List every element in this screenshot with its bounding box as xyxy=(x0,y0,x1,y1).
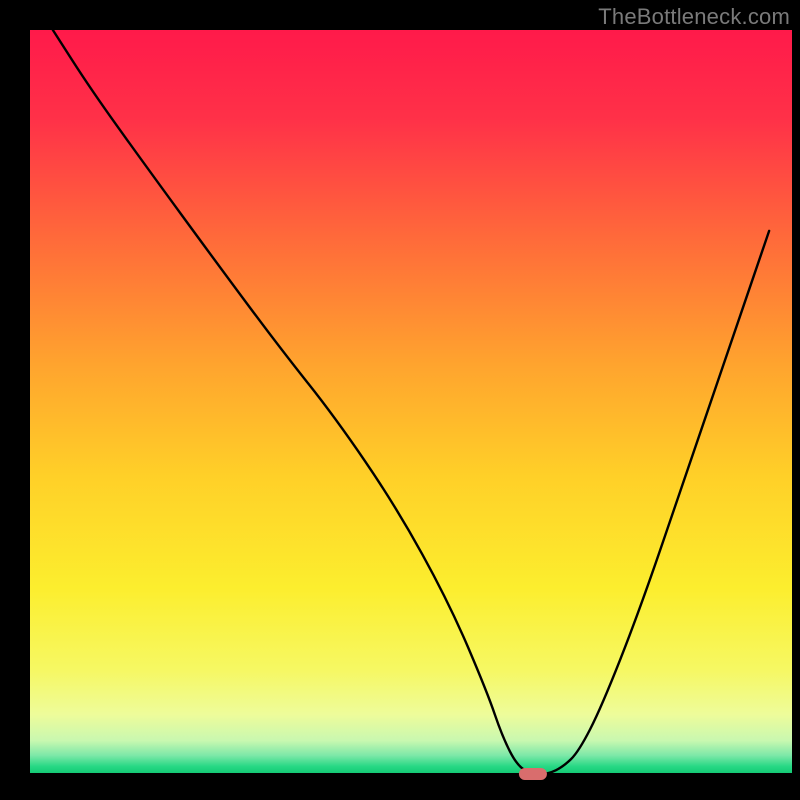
chart-canvas xyxy=(0,0,800,800)
watermark-text: TheBottleneck.com xyxy=(598,4,790,30)
optimal-point-marker xyxy=(519,768,547,780)
plot-background xyxy=(30,30,792,774)
bottleneck-chart: TheBottleneck.com xyxy=(0,0,800,800)
